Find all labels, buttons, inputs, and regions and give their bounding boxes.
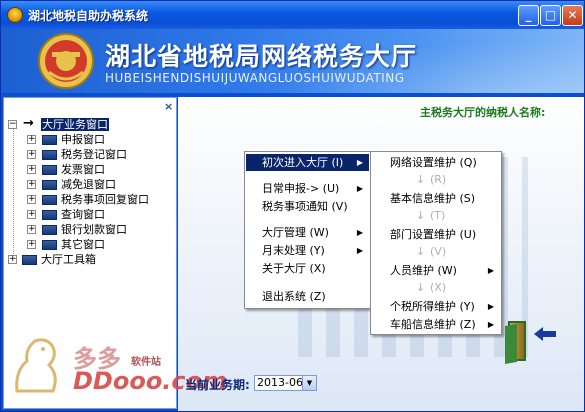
window-node-icon <box>42 180 57 190</box>
tree-item-label[interactable]: 减免退窗口 <box>61 178 116 191</box>
submenu-item-disabled: ↓ (R) <box>416 173 447 186</box>
menu-item-hall-management[interactable]: 大厅管理 (W) ▶ <box>246 224 369 241</box>
menu-item-exit[interactable]: 退出系统 (Z) <box>246 288 369 305</box>
expand-icon[interactable]: + <box>27 210 36 219</box>
tree-root-label[interactable]: 大厅业务窗口 <box>41 118 109 131</box>
dropdown-arrow-icon[interactable]: ▼ <box>302 376 316 390</box>
window-node-icon <box>42 135 57 145</box>
context-menu: 初次进入大厅 (I) ▶ 日常申报-> (U) ▶ 税务事项通知 (V) 大厅管理 … <box>244 151 371 309</box>
maximize-button[interactable]: □ <box>540 5 561 26</box>
close-button[interactable]: ✕ <box>562 5 583 26</box>
window-node-icon <box>42 165 57 175</box>
window-node-icon <box>42 150 57 160</box>
exit-arrow-icon[interactable] <box>534 327 556 341</box>
submenu-item-department[interactable]: 部门设置维护 (U) <box>372 226 500 243</box>
period-label: 当前业务期: <box>185 378 250 392</box>
submenu-item-personnel[interactable]: 人员维护 (W) ▶ <box>372 262 500 279</box>
submenu-arrow-icon: ▶ <box>487 266 494 275</box>
submenu-item-vehicle[interactable]: 车船信息维护 (Z) ▶ <box>372 316 500 333</box>
tree-item[interactable]: + 减免退窗口 <box>7 178 167 192</box>
window-node-icon <box>42 195 57 205</box>
toolbox-node-icon <box>22 255 37 265</box>
pointer-arrow-icon: → <box>23 116 34 131</box>
menu-separator <box>248 218 367 219</box>
submenu: 网络设置维护 (Q) ↓ (R) 基本信息维护 (S) ↓ (T) 部门设置维护 (… <box>370 151 502 335</box>
watermark-subtext: 软件站 <box>131 357 161 368</box>
collapse-icon[interactable]: − <box>8 120 17 129</box>
tree-item[interactable]: + 税务登记窗口 <box>7 148 167 162</box>
tree-toolbox[interactable]: + 大厅工具箱 <box>7 253 167 267</box>
menu-item-first-entry[interactable]: 初次进入大厅 (I) ▶ <box>246 154 369 171</box>
submenu-item-basic-info[interactable]: 基本信息维护 (S) <box>372 190 500 207</box>
expand-icon[interactable]: + <box>27 180 36 189</box>
tree-item[interactable]: + 其它窗口 <box>7 238 167 252</box>
submenu-arrow-icon: ▶ <box>487 320 494 329</box>
horse-logo-icon <box>15 338 57 393</box>
tree-item[interactable]: + 发票窗口 <box>7 163 167 177</box>
taxpayer-name-label: 主税务大厅的纳税人名称: <box>420 106 546 119</box>
submenu-arrow-icon: ▶ <box>356 184 363 193</box>
tree-item-label[interactable]: 银行划款窗口 <box>61 223 127 236</box>
window-node-icon <box>42 210 57 220</box>
submenu-item-disabled: ↓ (X) <box>416 281 447 294</box>
tree-item-label[interactable]: 税务事项回复窗口 <box>61 193 149 206</box>
window-node-icon <box>42 240 57 250</box>
banner-subtitle: HUBEISHENDISHUIJUWANGLUOSHUIWUDATING <box>105 71 405 85</box>
expand-icon[interactable]: + <box>8 255 17 264</box>
window-node-icon <box>42 225 57 235</box>
menu-item-tax-notice[interactable]: 税务事项通知 (V) <box>246 198 369 215</box>
period-select[interactable]: 2013-06 ▼ <box>254 375 317 391</box>
tree-item[interactable]: + 银行划款窗口 <box>7 223 167 237</box>
tree-item[interactable]: + 税务事项回复窗口 <box>7 193 167 207</box>
tree-item-label[interactable]: 查询窗口 <box>61 208 105 221</box>
menu-item-daily-declaration[interactable]: 日常申报-> (U) ▶ <box>246 180 369 197</box>
title-bar[interactable]: 湖北地税自助办税系统 _ □ ✕ <box>1 1 584 29</box>
expand-icon[interactable]: + <box>27 225 36 234</box>
banner-title: 湖北省地税局网络税务大厅 <box>105 42 418 71</box>
tree-item-label[interactable]: 其它窗口 <box>61 238 105 251</box>
window-title: 湖北地税自助办税系统 <box>28 9 149 23</box>
submenu-arrow-icon: ▶ <box>356 228 363 237</box>
submenu-item-disabled: ↓ (V) <box>416 245 447 258</box>
submenu-arrow-icon: ▶ <box>487 302 494 311</box>
menu-separator <box>248 282 367 283</box>
submenu-arrow-icon: ▶ <box>356 158 363 167</box>
tree-item-label[interactable]: 发票窗口 <box>61 163 105 176</box>
tree-root[interactable]: − → 大厅业务窗口 <box>7 116 167 132</box>
submenu-item-disabled: ↓ (T) <box>416 209 446 222</box>
expand-icon[interactable]: + <box>27 150 36 159</box>
submenu-item-network[interactable]: 网络设置维护 (Q) <box>372 154 500 171</box>
menu-separator <box>248 174 367 175</box>
tree-item[interactable]: + 申报窗口 <box>7 133 167 147</box>
door-panel-icon <box>505 323 517 365</box>
submenu-arrow-icon: ▶ <box>356 246 363 255</box>
expand-icon[interactable]: + <box>27 195 36 204</box>
expand-icon[interactable]: + <box>27 135 36 144</box>
main-window: 湖北地税自助办税系统 _ □ ✕ 湖北省地税局网络税务大厅 HUBEISHEND… <box>0 0 585 412</box>
tree-close-button[interactable]: × <box>164 100 173 113</box>
minimize-button[interactable]: _ <box>518 5 539 26</box>
tree-item[interactable]: + 查询窗口 <box>7 208 167 222</box>
expand-icon[interactable]: + <box>27 240 36 249</box>
tree-item-label[interactable]: 申报窗口 <box>61 133 105 146</box>
tax-emblem-icon <box>38 33 94 89</box>
submenu-item-income-tax[interactable]: 个税所得维护 (Y) ▶ <box>372 298 500 315</box>
menu-item-about[interactable]: 关于大厅 (X) <box>246 260 369 277</box>
menu-item-month-end[interactable]: 月末处理 (Y) ▶ <box>246 242 369 259</box>
tree-toolbox-label[interactable]: 大厅工具箱 <box>41 253 96 266</box>
app-emblem-icon <box>7 7 23 23</box>
tree-item-label[interactable]: 税务登记窗口 <box>61 148 127 161</box>
banner: 湖北省地税局网络税务大厅 HUBEISHENDISHUIJUWANGLUOSHU… <box>1 29 584 93</box>
expand-icon[interactable]: + <box>27 165 36 174</box>
period-value: 2013-06 <box>257 376 303 389</box>
